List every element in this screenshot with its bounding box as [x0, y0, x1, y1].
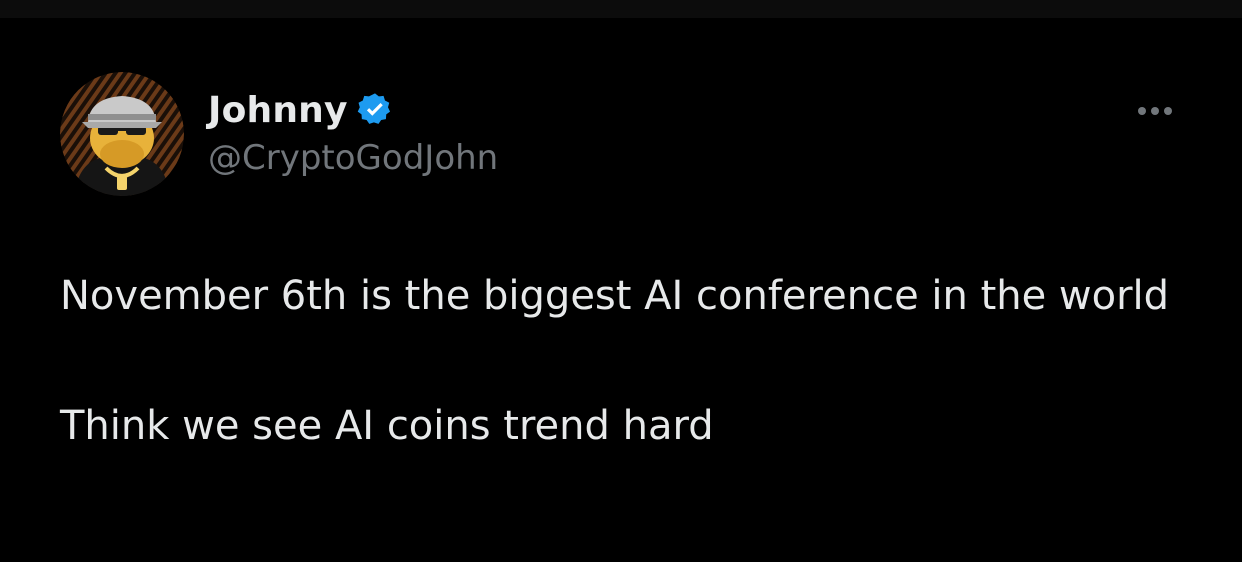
more-options-icon: [1164, 107, 1172, 115]
tweet-paragraph: Think we see AI coins trend hard: [60, 403, 714, 449]
more-options-button[interactable]: [1128, 96, 1182, 126]
avatar[interactable]: [60, 72, 184, 196]
more-options-icon: [1151, 107, 1159, 115]
name-row: Johnny: [208, 86, 498, 134]
verified-badge-icon[interactable]: [356, 91, 394, 129]
cartoon-avatar-icon: [60, 72, 184, 196]
display-name[interactable]: Johnny: [208, 90, 348, 131]
tweet-card: Johnny @CryptoGodJohn November 6th is th…: [0, 18, 1242, 562]
tweet-header: Johnny @CryptoGodJohn: [208, 86, 498, 179]
more-options-icon: [1138, 107, 1146, 115]
top-edge-bar: [0, 0, 1242, 18]
user-handle[interactable]: @CryptoGodJohn: [208, 138, 498, 178]
tweet-paragraph: November 6th is the biggest AI conferenc…: [60, 273, 1170, 319]
tweet-text: November 6th is the biggest AI conferenc…: [60, 264, 1170, 459]
